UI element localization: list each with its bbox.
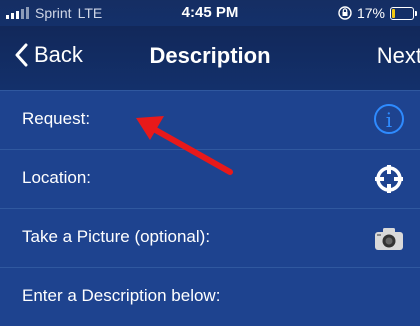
picture-label: Take a Picture (optional): — [22, 227, 211, 246]
info-icon[interactable]: i — [374, 104, 404, 134]
page-title: Description — [149, 43, 271, 68]
battery-percent: 17% — [356, 5, 385, 21]
crosshair-icon[interactable] — [374, 164, 404, 194]
battery-fill — [392, 8, 395, 18]
status-right: 17% — [338, 5, 417, 21]
location-label: Location: — [22, 168, 91, 187]
next-button[interactable]: Next — [377, 43, 420, 69]
description-label: Enter a Description below: — [22, 286, 221, 305]
description-row[interactable]: Enter a Description below: — [0, 267, 420, 326]
picture-row[interactable]: Take a Picture (optional): — [0, 208, 420, 267]
camera-icon[interactable] — [374, 227, 404, 251]
request-label: Request: — [22, 109, 91, 128]
location-row[interactable]: Location: — [0, 149, 420, 208]
status-bar: Sprint LTE 4:45 PM 17% — [0, 0, 420, 26]
orientation-lock-icon — [338, 6, 352, 20]
request-row[interactable]: Request: i — [0, 90, 420, 149]
battery-icon — [390, 6, 417, 20]
navigation-bar: Back Description Next — [0, 26, 420, 90]
